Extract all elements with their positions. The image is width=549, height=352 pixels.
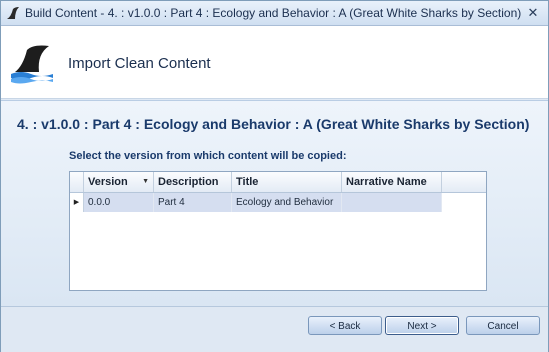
shark-fin-logo-icon — [11, 45, 53, 84]
content-panel: 4. : v1.0.0 : Part 4 : Ecology and Behav… — [1, 100, 548, 306]
instruction-label: Select the version from which content wi… — [69, 150, 347, 162]
page-title: Import Clean Content — [68, 55, 211, 72]
version-grid[interactable]: Version ▼ Description Title Narrative Na… — [69, 171, 487, 291]
column-header-description[interactable]: Description — [154, 172, 232, 192]
column-header-narrative-name[interactable]: Narrative Name — [342, 172, 442, 192]
button-bar: < Back Next > Cancel — [1, 306, 548, 352]
cell-description: Part 4 — [154, 193, 232, 212]
header-banner: Import Clean Content — [1, 26, 548, 99]
cell-narrative-name — [342, 193, 442, 212]
row-header-corner — [70, 172, 84, 192]
window-title: Build Content - 4. : v1.0.0 : Part 4 : E… — [25, 6, 522, 20]
breadcrumb: 4. : v1.0.0 : Part 4 : Ecology and Behav… — [17, 116, 530, 132]
dialog-window: Build Content - 4. : v1.0.0 : Part 4 : E… — [0, 0, 549, 352]
column-header-label: Version — [88, 176, 128, 188]
sort-down-icon: ▼ — [142, 178, 149, 185]
title-bar[interactable]: Build Content - 4. : v1.0.0 : Part 4 : E… — [1, 1, 548, 26]
back-button[interactable]: < Back — [308, 316, 382, 335]
next-button[interactable]: Next > — [385, 316, 459, 335]
shark-fin-icon — [7, 7, 19, 19]
close-button[interactable]: ✕ — [524, 4, 542, 22]
cell-title: Ecology and Behavior — [232, 193, 342, 212]
grid-header: Version ▼ Description Title Narrative Na… — [70, 172, 486, 193]
column-header-title[interactable]: Title — [232, 172, 342, 192]
cell-version: 0.0.0 — [84, 193, 154, 212]
row-pointer-icon: ▶ — [70, 193, 84, 212]
column-header-version[interactable]: Version ▼ — [84, 172, 154, 192]
cancel-button[interactable]: Cancel — [466, 316, 540, 335]
table-row[interactable]: ▶ 0.0.0 Part 4 Ecology and Behavior — [70, 193, 442, 212]
